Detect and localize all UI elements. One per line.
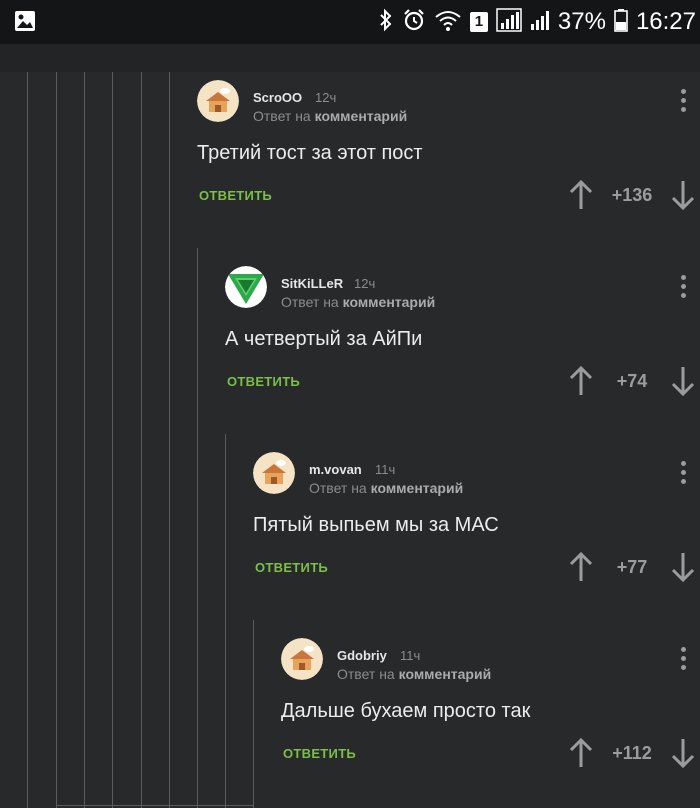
reply-to: Ответ на комментарий bbox=[337, 666, 491, 682]
reply-prefix: Ответ на bbox=[253, 108, 311, 124]
upvote-arrow-icon[interactable] bbox=[568, 551, 594, 582]
username[interactable]: SitKiLLeR bbox=[281, 276, 343, 291]
downvote-arrow-icon[interactable] bbox=[670, 738, 696, 769]
house-avatar[interactable] bbox=[281, 638, 323, 680]
thread-bottom-line bbox=[56, 805, 253, 806]
toolbar-strip bbox=[0, 44, 700, 72]
house-avatar[interactable] bbox=[197, 80, 239, 122]
username[interactable]: Gdobriy bbox=[337, 648, 387, 663]
house-avatar[interactable] bbox=[253, 452, 295, 494]
upvote-arrow-icon[interactable] bbox=[568, 365, 594, 396]
parent-comment-link[interactable]: комментарий bbox=[315, 108, 408, 124]
parent-comment-link[interactable]: комментарий bbox=[343, 294, 436, 310]
comment-time: 12ч bbox=[354, 276, 376, 291]
reply-to: Ответ на комментарий bbox=[309, 480, 463, 496]
bluetooth-icon bbox=[378, 8, 394, 37]
signal-icon bbox=[496, 7, 522, 37]
status-bar: 1 37% 16:27 bbox=[0, 0, 700, 44]
thread-line bbox=[225, 434, 226, 808]
gallery-icon bbox=[14, 10, 36, 37]
reply-button[interactable]: ОТВЕТИТЬ bbox=[255, 560, 328, 575]
comment: SitKiLLeR 12ч Ответ на комментарий А чет… bbox=[225, 266, 700, 426]
comment-score: +112 bbox=[612, 743, 652, 763]
battery-icon bbox=[614, 8, 628, 37]
comment-time: 11ч bbox=[375, 462, 396, 477]
comment-text: А четвертый за АйПи bbox=[225, 328, 423, 350]
reply-prefix: Ответ на bbox=[309, 480, 367, 496]
thread-line bbox=[253, 620, 254, 808]
comment-text: Дальше бухаем просто так bbox=[281, 700, 531, 722]
reply-to: Ответ на комментарий bbox=[281, 294, 435, 310]
more-menu-icon[interactable] bbox=[679, 461, 687, 489]
downvote-arrow-icon[interactable] bbox=[670, 366, 696, 397]
battery-percent: 37% bbox=[557, 8, 606, 35]
reply-button[interactable]: ОТВЕТИТЬ bbox=[283, 746, 356, 761]
username[interactable]: m.vovan bbox=[309, 462, 362, 477]
thread-line bbox=[141, 72, 142, 808]
more-menu-icon[interactable] bbox=[679, 275, 687, 303]
signal-2-icon bbox=[530, 8, 550, 37]
reply-prefix: Ответ на bbox=[281, 294, 339, 310]
comment-score: +74 bbox=[616, 371, 648, 391]
downvote-arrow-icon[interactable] bbox=[670, 180, 696, 211]
comment: ScroOO 12ч Ответ на комментарий Третий т… bbox=[197, 80, 700, 240]
parent-comment-link[interactable]: комментарий bbox=[399, 666, 492, 682]
username[interactable]: ScroOO bbox=[253, 90, 302, 105]
clock: 16:27 bbox=[635, 8, 696, 35]
reply-to: Ответ на комментарий bbox=[253, 108, 407, 124]
more-menu-icon[interactable] bbox=[679, 89, 687, 117]
alarm-icon bbox=[402, 8, 426, 37]
upvote-arrow-icon[interactable] bbox=[568, 179, 594, 210]
more-menu-icon[interactable] bbox=[679, 647, 687, 675]
comment: m.vovan 11ч Ответ на комментарий Пятый в… bbox=[253, 452, 700, 612]
comment-score: +77 bbox=[616, 557, 648, 577]
thread-line bbox=[112, 72, 113, 808]
reply-button[interactable]: ОТВЕТИТЬ bbox=[199, 188, 272, 203]
reply-button[interactable]: ОТВЕТИТЬ bbox=[227, 374, 300, 389]
wifi-icon bbox=[434, 8, 462, 37]
thread-line bbox=[27, 72, 28, 808]
upvote-arrow-icon[interactable] bbox=[568, 737, 594, 768]
comment: Gdobriy 11ч Ответ на комментарий Дальше … bbox=[281, 638, 700, 798]
comment-time: 12ч bbox=[315, 90, 337, 105]
sim-badge: 1 bbox=[469, 12, 488, 32]
comment-text: Пятый выпьем мы за МАС bbox=[253, 514, 499, 536]
downvote-arrow-icon[interactable] bbox=[670, 552, 696, 583]
thread-line bbox=[197, 248, 198, 808]
thread-line bbox=[169, 72, 170, 808]
comment-score: +136 bbox=[611, 185, 653, 205]
thread-line bbox=[84, 72, 85, 808]
comment-text: Третий тост за этот пост bbox=[197, 142, 423, 164]
thread-line bbox=[56, 72, 57, 808]
reply-prefix: Ответ на bbox=[337, 666, 395, 682]
parent-comment-link[interactable]: комментарий bbox=[371, 480, 464, 496]
comment-time: 11ч bbox=[400, 648, 421, 663]
green-triangle-avatar[interactable] bbox=[225, 266, 267, 308]
